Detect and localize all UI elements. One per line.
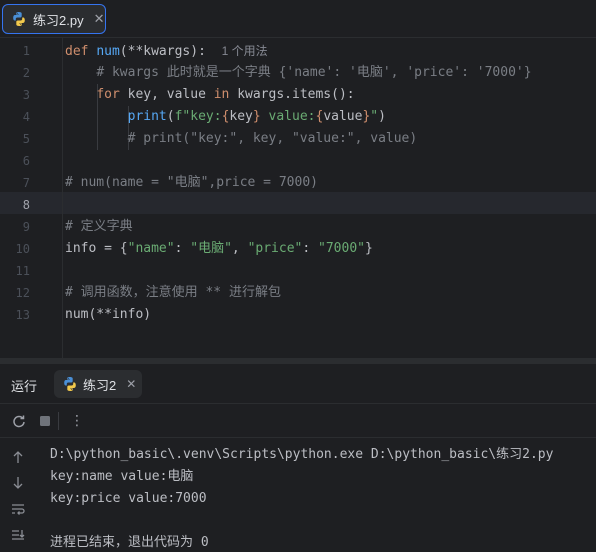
more-vertical-icon[interactable]: ⋮: [68, 412, 86, 430]
stop-icon[interactable]: [36, 412, 54, 430]
console-line: key:name value:电脑: [50, 469, 194, 484]
code-line-13: num(**info): [65, 304, 596, 326]
close-icon[interactable]: ✕: [94, 11, 105, 27]
line-number: 7: [22, 176, 30, 190]
line-number-current: 8: [22, 198, 30, 212]
code-line-1: def num(**kwargs): 1 个用法: [65, 40, 596, 62]
close-icon[interactable]: ✕: [126, 377, 136, 391]
dict-value: "7000": [318, 241, 365, 256]
arrow-up-icon[interactable]: [9, 448, 27, 466]
code-line-5: # print("key:", key, "value:", value): [65, 128, 596, 150]
arrow-down-icon[interactable]: [9, 474, 27, 492]
run-panel-title: 运行: [11, 379, 38, 394]
run-tab-label: 练习2: [83, 377, 117, 393]
editor-tab-active[interactable]: 练习2.py ✕: [2, 4, 106, 34]
line-number: 11: [15, 264, 30, 278]
fstring-var: value: [323, 109, 363, 124]
code-line-12: # 调用函数，注意使用 ** 进行解包: [65, 282, 596, 304]
code-editor[interactable]: 1 2 3 4 5 6 7 8 9 10 11 12 13 def num(**…: [0, 38, 596, 358]
fstring-part: f"key:: [174, 109, 222, 124]
code-line-4: print(f"key:{key} value:{value}"): [65, 106, 596, 128]
fstring-var: key: [229, 109, 253, 124]
dict-key: "price": [247, 241, 303, 256]
comment: # print("key:", key, "value:", value): [127, 131, 418, 146]
keyword-in: in: [213, 87, 230, 102]
run-toolbar: ⋮: [0, 404, 596, 438]
line-number: 9: [22, 220, 30, 234]
assignment: info = {: [65, 241, 128, 256]
line-number: 12: [15, 286, 30, 300]
line-number: 4: [22, 110, 30, 124]
gutter-separator: [62, 38, 63, 358]
soft-wrap-icon[interactable]: [9, 500, 27, 518]
paren: (: [166, 109, 175, 124]
colon: :: [174, 241, 191, 256]
rerun-icon[interactable]: [10, 412, 28, 430]
line-number: 10: [15, 242, 30, 256]
dict-value: "电脑": [190, 241, 232, 256]
line-number: 5: [22, 132, 30, 146]
code-line-7: # num(name = "电脑",price = 7000): [65, 172, 596, 194]
run-config-tab[interactable]: 练习2 ✕: [54, 370, 142, 398]
line-number-gutter: 1 2 3 4 5 6 7 8 9 10 11 12 13: [0, 38, 62, 358]
loop-vars: key, value: [119, 87, 214, 102]
code-line-3: for key, value in kwargs.items():: [65, 84, 596, 106]
python-icon: [64, 377, 76, 391]
dict-key: "name": [127, 241, 175, 256]
keyword-def: def: [65, 44, 89, 59]
scroll-to-end-icon[interactable]: [9, 526, 27, 544]
usages-hint[interactable]: 1 个用法: [222, 44, 268, 58]
colon: :: [302, 241, 319, 256]
line-number: 6: [22, 154, 30, 168]
function-call: num(**info): [65, 307, 152, 322]
fstring-part: value:: [260, 109, 316, 124]
params-close: ):: [190, 44, 206, 59]
console-output[interactable]: D:\python_basic\.venv\Scripts\python.exe…: [50, 444, 596, 552]
editor-tab-bar: 练习2.py ✕: [0, 0, 596, 38]
loop-iter: kwargs.items():: [229, 87, 355, 102]
toolbar-separator: [58, 412, 59, 430]
console-side-toolbar: [0, 438, 36, 552]
line-number: 3: [22, 88, 30, 102]
comma: ,: [231, 241, 248, 256]
function-name: num: [96, 44, 120, 59]
comment: # num(name = "电脑",price = 7000): [65, 175, 318, 190]
console-line: D:\python_basic\.venv\Scripts\python.exe…: [50, 447, 554, 462]
paren: ): [378, 109, 386, 124]
code-line-10: info = {"name": "电脑", "price": "7000"}: [65, 238, 596, 260]
brace-close: }: [364, 241, 373, 256]
run-panel: 运行 练习2 ✕ ⋮ D:\python_basic\.venv\Scripts…: [0, 364, 596, 552]
line-number: 1: [22, 44, 30, 58]
line-number: 2: [22, 66, 30, 80]
comment: # 调用函数，注意使用 ** 进行解包: [65, 285, 281, 300]
run-panel-header: 运行 练习2 ✕: [0, 364, 596, 404]
comment: # 定义字典: [65, 219, 133, 234]
editor-tab-label: 练习2.py: [33, 12, 84, 28]
fstring-part: ": [370, 109, 379, 124]
line-number: 13: [15, 308, 30, 322]
current-line-highlight: [0, 192, 596, 214]
code-line-9: # 定义字典: [65, 216, 596, 238]
console-line: key:price value:7000: [50, 491, 207, 506]
comment: # kwargs 此时就是一个字典 {'name': '电脑', 'price'…: [96, 65, 532, 80]
console-line: 进程已结束，退出代码为 0: [50, 535, 209, 550]
keyword-for: for: [96, 87, 120, 102]
params-open: (**: [119, 44, 144, 59]
builtin-print: print: [127, 109, 167, 124]
fstring-brace: }: [252, 109, 261, 124]
code-line-2: # kwargs 此时就是一个字典 {'name': '电脑', 'price'…: [65, 62, 596, 84]
python-icon: [13, 12, 25, 26]
param-kwargs: kwargs: [143, 44, 191, 59]
